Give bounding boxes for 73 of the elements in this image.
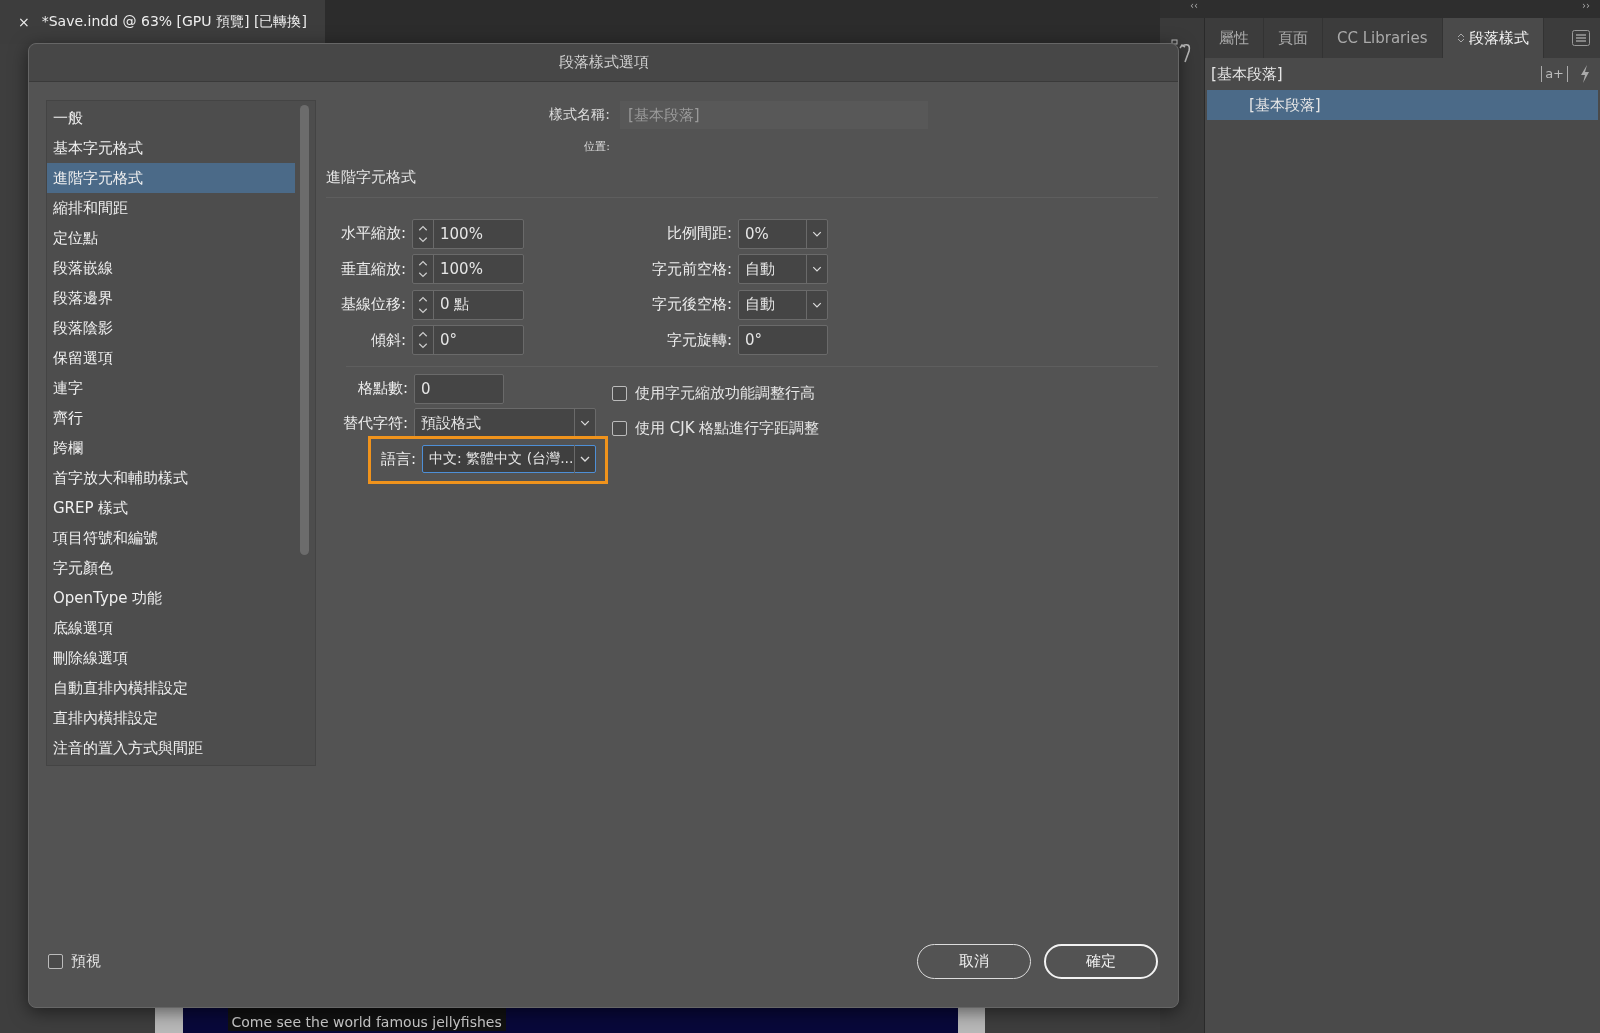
field-label: 垂直縮放: <box>339 259 407 279</box>
panel-tab[interactable]: 段落樣式 <box>1442 18 1544 58</box>
panel-tab[interactable]: CC Libraries <box>1323 18 1443 58</box>
category-item[interactable]: 項目符號和編號 <box>47 523 295 553</box>
spinner-field[interactable]: 100% <box>412 218 524 249</box>
category-item[interactable]: 一般 <box>47 103 295 133</box>
scrollbar[interactable] <box>300 105 309 555</box>
dropdown[interactable]: 預設格式 <box>414 408 596 439</box>
spinner-field[interactable]: 0° <box>412 325 524 356</box>
document-title: *Save.indd @ 63% [GPU 預覽] [已轉換] <box>41 13 307 31</box>
dialog-title: 段落樣式選項 <box>558 53 649 72</box>
spinner-field[interactable]: 100% <box>412 254 524 285</box>
category-item[interactable]: 刪除線選項 <box>47 643 295 673</box>
category-item[interactable]: 底線選項 <box>47 613 295 643</box>
location-label: 位置: <box>583 138 611 154</box>
dropdown[interactable]: 自動 <box>738 254 828 285</box>
field-label: 字元後空格: <box>650 295 733 315</box>
dropdown[interactable]: 0% <box>738 218 828 249</box>
caption-text: Come see the world famous jellyfishes <box>227 1008 506 1031</box>
panel-tab[interactable]: 屬性 <box>1205 18 1264 58</box>
collapse-left-icon[interactable]: ‹‹ <box>1190 0 1198 18</box>
dropdown[interactable]: 中文: 繁體中文 (台灣... <box>422 445 596 473</box>
collapse-right-icon[interactable]: ›› <box>1582 0 1590 18</box>
field-label: 字元旋轉: <box>665 330 733 350</box>
category-item[interactable]: 段落陰影 <box>47 313 295 343</box>
style-name-label: 樣式名稱: <box>548 106 611 124</box>
checkbox[interactable] <box>48 954 63 969</box>
category-item[interactable]: OpenType 功能 <box>47 583 295 613</box>
styles-tool-icon[interactable] <box>1171 38 1193 64</box>
field-label: 傾斜: <box>369 330 407 350</box>
section-title: 進階字元格式 <box>326 167 417 188</box>
panel-tab[interactable]: 頁面 <box>1264 18 1323 58</box>
category-item[interactable]: 字元顏色 <box>47 553 295 583</box>
style-item[interactable]: [基本段落] <box>1207 90 1598 120</box>
field-label: 格點數: <box>356 379 409 399</box>
category-item[interactable]: 連字 <box>47 373 295 403</box>
field-label: 語言: <box>381 449 418 469</box>
checkbox-label: 預視 <box>71 952 101 971</box>
field-label: 比例間距: <box>665 224 733 244</box>
category-item[interactable]: 首字放大和輔助樣式 <box>47 463 295 493</box>
category-item[interactable]: 段落邊界 <box>47 283 295 313</box>
category-item[interactable]: 定位點 <box>47 223 295 253</box>
sort-icon <box>1456 32 1465 44</box>
category-item[interactable]: 注音的置入方式與間距 <box>47 733 295 763</box>
checkbox-label: 使用 CJK 格點進行字距調整 <box>635 419 820 438</box>
style-group-label: [基本段落] <box>1211 64 1283 84</box>
spinner-field[interactable]: 0 點 <box>412 289 524 320</box>
checkbox[interactable] <box>612 386 627 401</box>
field-label: 基線位移: <box>339 295 407 315</box>
field-label: 替代字符: <box>341 413 409 433</box>
input-field[interactable]: 0 <box>414 373 504 404</box>
category-item[interactable]: 跨欄 <box>47 433 295 463</box>
category-item[interactable]: 直排內橫排設定 <box>47 703 295 733</box>
field-label: 字元前空格: <box>650 259 733 279</box>
dropdown[interactable]: 自動 <box>738 289 828 320</box>
category-item[interactable]: 段落嵌線 <box>47 253 295 283</box>
category-item[interactable]: 進階字元格式 <box>47 163 295 193</box>
category-item[interactable]: 齊行 <box>47 403 295 433</box>
category-item[interactable]: 自動直排內橫排設定 <box>47 673 295 703</box>
close-icon[interactable]: × <box>18 14 30 30</box>
document-tab[interactable]: × *Save.indd @ 63% [GPU 預覽] [已轉換] <box>0 0 325 44</box>
menu-icon[interactable] <box>1572 30 1590 46</box>
field-label: 水平縮放: <box>339 224 407 244</box>
category-item[interactable]: 基本字元格式 <box>47 133 295 163</box>
confirm-button[interactable]: 確定 <box>1044 944 1158 979</box>
category-item[interactable]: 保留選項 <box>47 343 295 373</box>
input-field[interactable]: 0° <box>738 325 828 356</box>
new-style-button[interactable]: a+ <box>1541 66 1568 82</box>
checkbox-label: 使用字元縮放功能調整行高 <box>635 384 815 403</box>
category-item[interactable]: GREP 樣式 <box>47 493 295 523</box>
checkbox[interactable] <box>612 421 627 436</box>
category-item[interactable]: 縮排和間距 <box>47 193 295 223</box>
lightning-icon[interactable] <box>1578 64 1592 84</box>
